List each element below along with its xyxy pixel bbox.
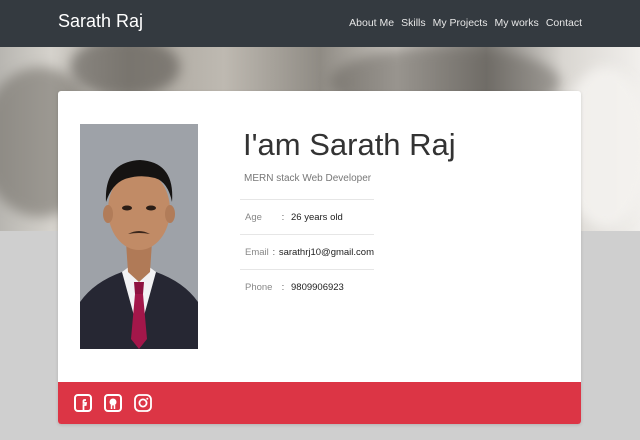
info-label: Phone — [245, 281, 273, 293]
facebook-icon[interactable] — [74, 394, 92, 412]
profile-name: I'am Sarath Raj — [243, 127, 456, 162]
navbar: Sarath Raj About Me Skills My Projects M… — [0, 0, 640, 47]
profile-role: MERN stack Web Developer — [244, 173, 372, 184]
profile-info-list: Age : 26 years old Email : sarathrj10@gm… — [240, 199, 374, 304]
nav-skills[interactable]: Skills — [401, 17, 426, 29]
info-separator: : — [281, 211, 285, 223]
info-row-age: Age : 26 years old — [240, 199, 374, 234]
instagram-icon[interactable] — [134, 394, 152, 412]
info-label: Age — [245, 211, 262, 223]
nav-about-me[interactable]: About Me — [349, 17, 394, 29]
card-footer — [58, 382, 581, 424]
brand-title[interactable]: Sarath Raj — [58, 11, 143, 32]
info-row-email: Email : sarathrj10@gmail.com — [240, 234, 374, 269]
nav-my-works[interactable]: My works — [494, 17, 538, 29]
info-separator: : — [281, 281, 285, 293]
info-separator: : — [272, 246, 276, 258]
nav-menu: About Me Skills My Projects My works Con… — [349, 17, 582, 29]
nav-contact[interactable]: Contact — [546, 17, 582, 29]
info-value: 26 years old — [291, 211, 343, 223]
info-value[interactable]: sarathrj10@gmail.com — [279, 247, 374, 258]
profile-photo — [80, 124, 198, 349]
nav-my-projects[interactable]: My Projects — [433, 17, 488, 29]
info-row-phone: Phone : 9809906923 — [240, 269, 374, 304]
info-label: Email — [245, 246, 269, 258]
profile-card: I'am Sarath Raj MERN stack Web Developer… — [58, 91, 581, 424]
github-icon[interactable] — [104, 394, 122, 412]
social-links — [74, 394, 152, 412]
portrait-image — [80, 124, 198, 349]
info-value[interactable]: 9809906923 — [291, 282, 344, 293]
